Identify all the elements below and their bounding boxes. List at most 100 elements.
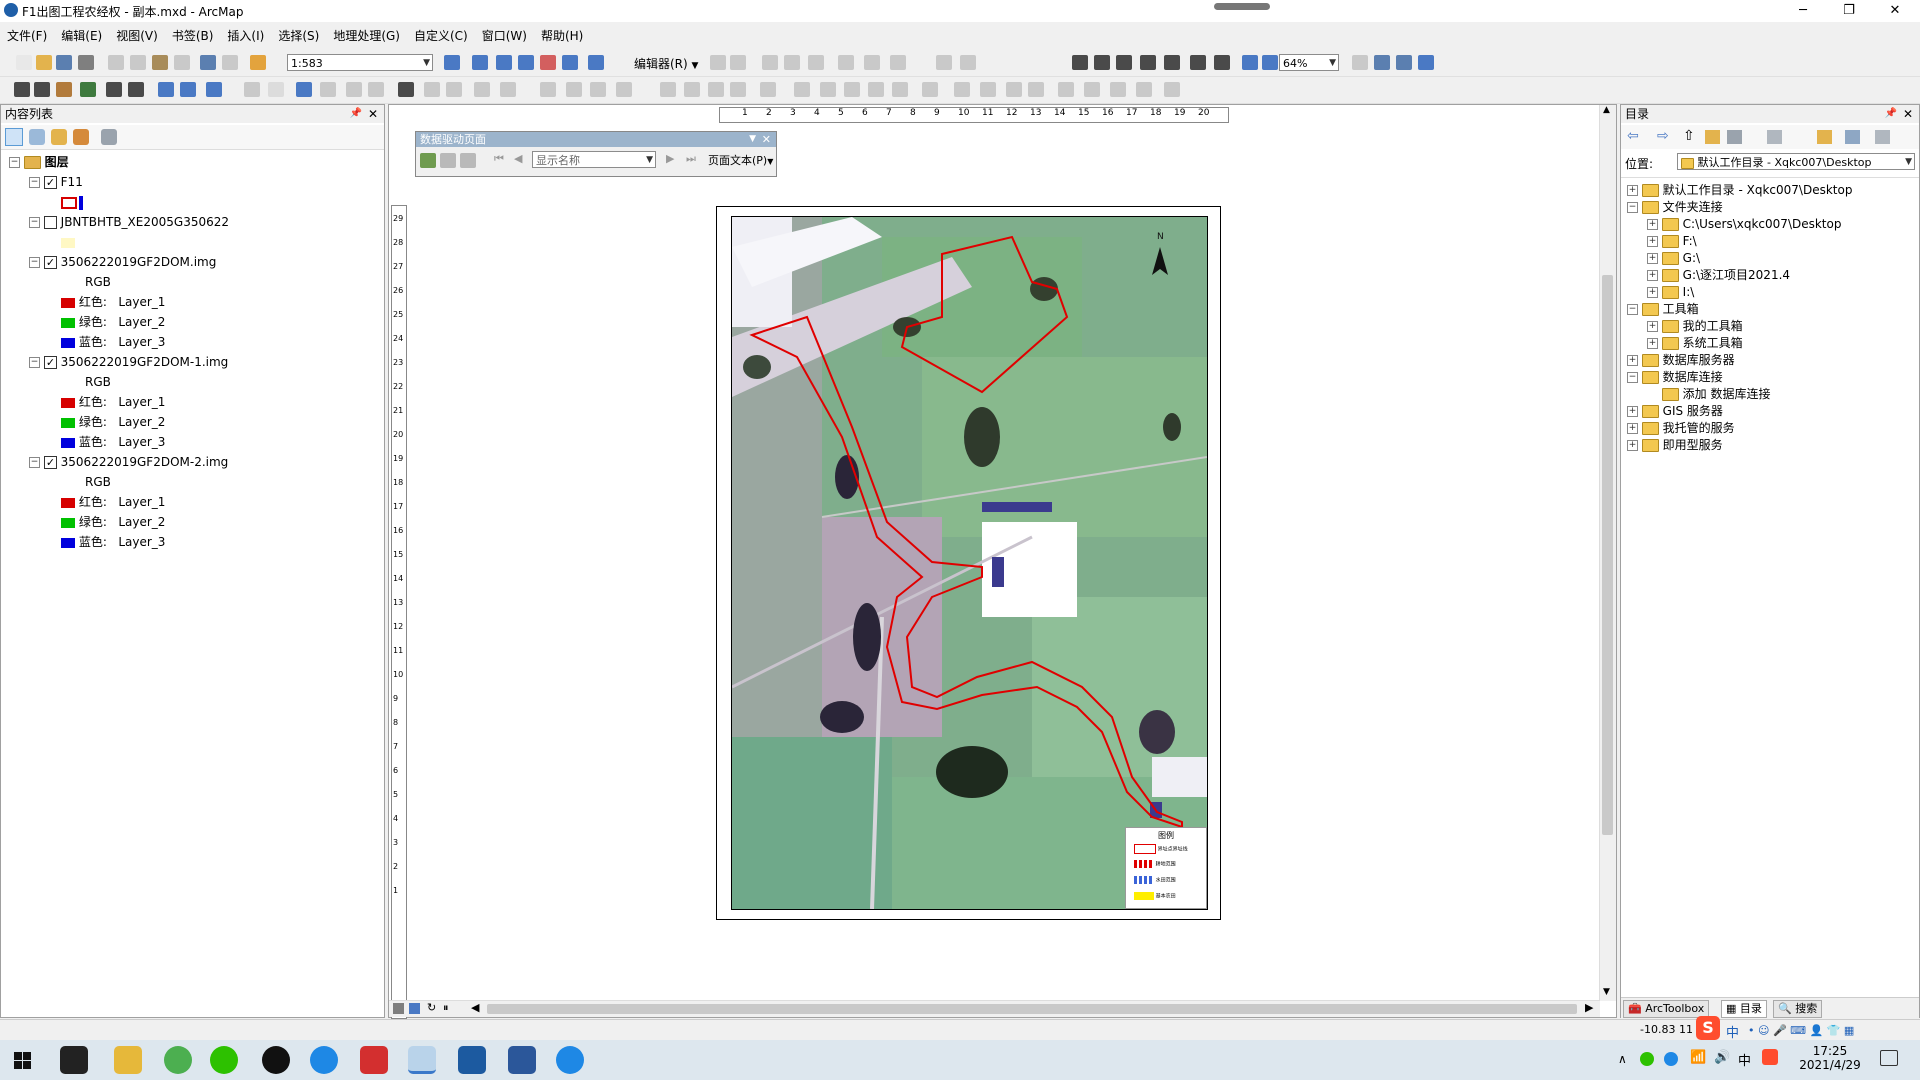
georef-21-icon[interactable] xyxy=(1084,82,1100,97)
toc-root[interactable]: − 图层 xyxy=(9,153,69,171)
collapse-icon[interactable]: − xyxy=(9,157,20,168)
georef-22-icon[interactable] xyxy=(1110,82,1126,97)
catalog-item[interactable]: + GIS 服务器 xyxy=(1627,403,1723,420)
band-swatch[interactable] xyxy=(61,517,75,528)
georef-13-icon[interactable] xyxy=(868,82,884,97)
catalog-item[interactable]: + 数据库服务器 xyxy=(1627,352,1735,369)
georef-17-icon[interactable] xyxy=(980,82,996,97)
ddp-toolbar-toggle-icon[interactable] xyxy=(1418,55,1434,70)
find-route-icon[interactable] xyxy=(424,82,440,97)
ime-tray-icon[interactable]: 中 xyxy=(1738,1050,1751,1069)
catalog-item[interactable]: + I:\ xyxy=(1647,284,1694,301)
georef-8-icon[interactable] xyxy=(730,82,746,97)
attributes-icon[interactable] xyxy=(936,55,952,70)
pan-layout-icon[interactable] xyxy=(1116,55,1132,70)
network-icon[interactable]: 📶 xyxy=(1690,1050,1706,1065)
georef-19-icon[interactable] xyxy=(1028,82,1044,97)
georef-23-icon[interactable] xyxy=(1136,82,1152,97)
ddp-page-combo[interactable]: 显示名称 ▼ xyxy=(532,151,656,168)
editor-menu[interactable]: 编辑器(R) ▼ xyxy=(634,55,698,72)
page-forward-icon[interactable] xyxy=(1262,55,1278,70)
layout-page[interactable]: N 图例 界址点界址线 耕地范围 水田范围 基本农田 xyxy=(716,206,1221,920)
tab-search[interactable]: 🔍 搜索 xyxy=(1773,1000,1823,1018)
edit-annotation-icon[interactable] xyxy=(730,55,746,70)
band-swatch[interactable] xyxy=(61,497,75,508)
back-icon[interactable]: ⇦ xyxy=(1627,128,1639,144)
catalog-item[interactable]: + 我托管的服务 xyxy=(1627,420,1735,437)
catalog-item[interactable]: − 数据库连接 xyxy=(1627,369,1723,386)
zoom-combo[interactable]: 64% ▼ xyxy=(1279,54,1339,71)
menu-item[interactable]: 自定义(C) xyxy=(407,24,475,44)
band-swatch[interactable] xyxy=(61,437,75,448)
pin-icon[interactable]: 📌 xyxy=(350,105,362,123)
minimize-button[interactable]: ─ xyxy=(1780,0,1826,22)
collapse-icon[interactable]: − xyxy=(29,457,40,468)
arcmap-task-icon[interactable] xyxy=(408,1046,436,1074)
options-icon[interactable] xyxy=(101,129,117,145)
feishu-icon[interactable] xyxy=(310,1046,338,1074)
collapse-icon[interactable]: − xyxy=(29,257,40,268)
ime-tools-icon[interactable]: • ☺ 🎤 ⌨ 👤 👕 ▦ xyxy=(1748,1024,1854,1037)
prev-page-icon[interactable]: ◀ xyxy=(514,152,522,165)
scroll-left-icon[interactable]: ◀ xyxy=(471,1001,479,1014)
zoom-out-icon[interactable] xyxy=(34,82,50,97)
zoom-in-fixed-icon[interactable] xyxy=(1072,55,1088,70)
windows-start-icon[interactable] xyxy=(14,1052,31,1069)
editor-toolbar-icon[interactable] xyxy=(472,55,488,70)
select-elements-icon[interactable] xyxy=(268,82,284,97)
wechat-icon[interactable] xyxy=(210,1046,238,1074)
georef-7-icon[interactable] xyxy=(708,82,724,97)
close-button[interactable]: ✕ xyxy=(1872,0,1918,22)
zoom-out-fixed-icon[interactable] xyxy=(1094,55,1110,70)
location-combo[interactable]: 默认工作目录 - Xqkc007\Desktop ▼ xyxy=(1677,153,1915,170)
measure-icon[interactable] xyxy=(368,82,384,97)
catalog-item[interactable]: + F:\ xyxy=(1647,233,1697,250)
layer-visibility-checkbox[interactable] xyxy=(43,454,57,472)
georef-16-icon[interactable] xyxy=(954,82,970,97)
expand-icon[interactable]: + xyxy=(1647,253,1658,264)
horizontal-scroll-thumb[interactable] xyxy=(487,1004,1577,1014)
browser-icon[interactable] xyxy=(164,1046,192,1074)
home-icon[interactable] xyxy=(1705,130,1720,144)
copy-icon[interactable] xyxy=(130,55,146,70)
fixed-zoom-out-icon[interactable] xyxy=(128,82,144,97)
hyperlink-icon[interactable] xyxy=(320,82,336,97)
html-popup-icon[interactable] xyxy=(346,82,362,97)
layer-visibility-checkbox[interactable] xyxy=(43,174,57,192)
georef-9-icon[interactable] xyxy=(760,82,776,97)
tray-wechat-icon[interactable] xyxy=(1640,1052,1654,1066)
map-frame[interactable]: N 图例 界址点界址线 耕地范围 水田范围 基本农田 xyxy=(731,216,1208,910)
georef-15-icon[interactable] xyxy=(922,82,938,97)
menu-item[interactable]: 帮助(H) xyxy=(534,24,590,44)
tray-sogou-icon[interactable] xyxy=(1762,1049,1778,1065)
collapse-icon[interactable]: − xyxy=(29,357,40,368)
georef-6-icon[interactable] xyxy=(684,82,700,97)
fill-symbol[interactable] xyxy=(61,237,75,248)
expand-icon[interactable]: + xyxy=(1647,236,1658,247)
toc-window-icon[interactable] xyxy=(496,55,512,70)
create-viewer-icon[interactable] xyxy=(500,82,516,97)
xy-icon[interactable] xyxy=(446,82,462,97)
pin-icon[interactable]: 📌 xyxy=(1885,105,1897,123)
georef-10-icon[interactable] xyxy=(794,82,810,97)
open-icon[interactable] xyxy=(36,55,52,70)
chevron-down-icon[interactable]: ▼ xyxy=(749,132,756,147)
first-page-icon[interactable]: ⏮ xyxy=(494,152,504,166)
expand-icon[interactable]: + xyxy=(1627,355,1638,366)
cut-icon[interactable] xyxy=(108,55,124,70)
close-icon[interactable]: ✕ xyxy=(1903,105,1913,123)
next-page-icon[interactable]: ▶ xyxy=(666,152,674,165)
scale-combo[interactable]: 1:583 ▼ xyxy=(287,54,433,71)
page-back-icon[interactable] xyxy=(1242,55,1258,70)
catalog-item[interactable]: 添加 数据库连接 xyxy=(1647,386,1770,403)
list-by-source-icon[interactable] xyxy=(29,129,45,145)
expand-icon[interactable]: + xyxy=(1627,406,1638,417)
collapse-icon[interactable]: − xyxy=(1627,304,1638,315)
connect-folder-icon[interactable] xyxy=(1727,130,1742,144)
georef-5-icon[interactable] xyxy=(660,82,676,97)
focus-frame-icon[interactable] xyxy=(1374,55,1390,70)
horizontal-scrollbar[interactable]: ↻ ⏸ ◀ ▶ xyxy=(389,1000,1600,1017)
edit-tool-icon[interactable] xyxy=(710,55,726,70)
expand-icon[interactable]: + xyxy=(1647,338,1658,349)
collapse-icon[interactable]: − xyxy=(29,217,40,228)
